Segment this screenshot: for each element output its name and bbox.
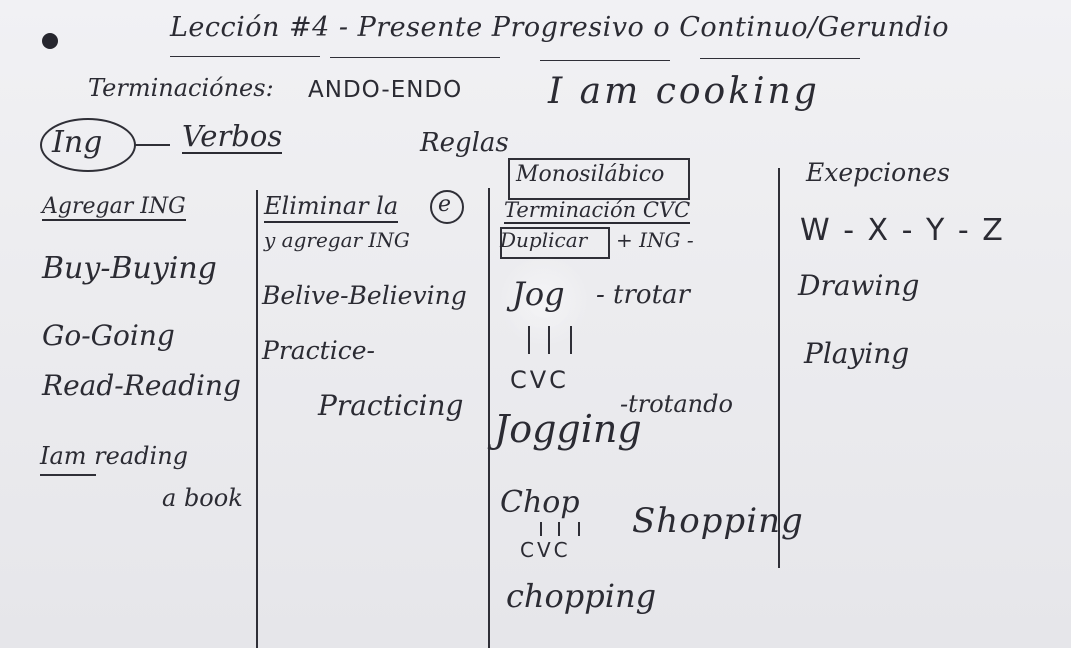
- terminaciones-label: Terminaciónes:: [88, 74, 274, 102]
- col3-item-jogging: Jogging: [494, 407, 642, 451]
- jog-tick-3: [570, 326, 572, 354]
- chop-tick-3: [578, 522, 580, 536]
- title-underline-1: [170, 56, 320, 57]
- col4-item-drawing: Drawing: [798, 269, 920, 302]
- title-underline-3: [540, 60, 670, 61]
- divider-2: [488, 188, 490, 648]
- col3-duplicar-text: Duplicar: [500, 228, 588, 252]
- col1-item-4-underline: [40, 474, 96, 476]
- reglas-label: Reglas: [420, 128, 509, 158]
- jog-tick-1: [528, 326, 530, 354]
- col3-item-chopping: chopping: [506, 577, 657, 615]
- col4-item-wxyz: W - X - Y - Z: [800, 213, 1005, 248]
- col2-heading-line1: Eliminar la: [264, 192, 399, 223]
- col2-heading-line2: y agregar ING: [264, 228, 410, 252]
- jog-tick-2: [548, 326, 550, 354]
- col1-item-2: Go-Going: [42, 319, 175, 352]
- col4-heading: Exepciones: [806, 158, 950, 187]
- col3-heading-line2: Terminación CVC: [504, 198, 691, 224]
- col3-item-trotar: - trotar: [596, 280, 690, 310]
- terminaciones-value: ANDO-ENDO: [308, 77, 463, 103]
- chop-tick-1: [540, 522, 542, 536]
- whiteboard: Lección #4 - Presente Progresivo o Conti…: [0, 0, 1071, 648]
- col3-item-cvc-2: CVC: [520, 538, 571, 562]
- bullet-dot: [42, 33, 58, 49]
- col3-duplicar: Duplicar: [500, 230, 587, 250]
- col1-item-5: a book: [162, 484, 243, 512]
- col2-item-2: Practice-: [262, 336, 375, 365]
- ing-dash: [134, 144, 170, 146]
- col1-item-4: Iam reading: [40, 442, 189, 470]
- col3-heading-boxed: Monosilábico: [516, 162, 665, 187]
- col4-item-playing: Playing: [804, 337, 910, 370]
- ing-label: Ing: [52, 125, 103, 160]
- col2-heading-text: Eliminar la: [264, 192, 399, 223]
- col3-item-cvc-1: CVC: [510, 366, 569, 394]
- col3-item-chop: Chop: [500, 485, 580, 520]
- col1-heading: Agregar ING: [42, 194, 186, 221]
- col1-item-1: Buy-Buying: [42, 251, 217, 286]
- title-underline-4: [700, 58, 860, 59]
- chop-tick-2: [558, 522, 560, 536]
- col3-item-jog: Jog: [512, 275, 565, 313]
- col3-heading-line3-rest: + ING -: [616, 228, 694, 252]
- title-underline-2: [330, 57, 500, 58]
- verbos-label: Verbos: [182, 119, 283, 154]
- example-sentence: I am cooking: [548, 71, 820, 112]
- col2-item-3: Practicing: [318, 389, 464, 422]
- col2-circled-letter: e: [438, 192, 452, 217]
- col3-item-shopping: Shopping: [632, 501, 804, 541]
- col1-item-3: Read-Reading: [42, 369, 241, 402]
- col2-item-1: Belive-Believing: [262, 281, 467, 310]
- lesson-title: Lección #4 - Presente Progresivo o Conti…: [170, 12, 950, 43]
- divider-1: [256, 190, 258, 648]
